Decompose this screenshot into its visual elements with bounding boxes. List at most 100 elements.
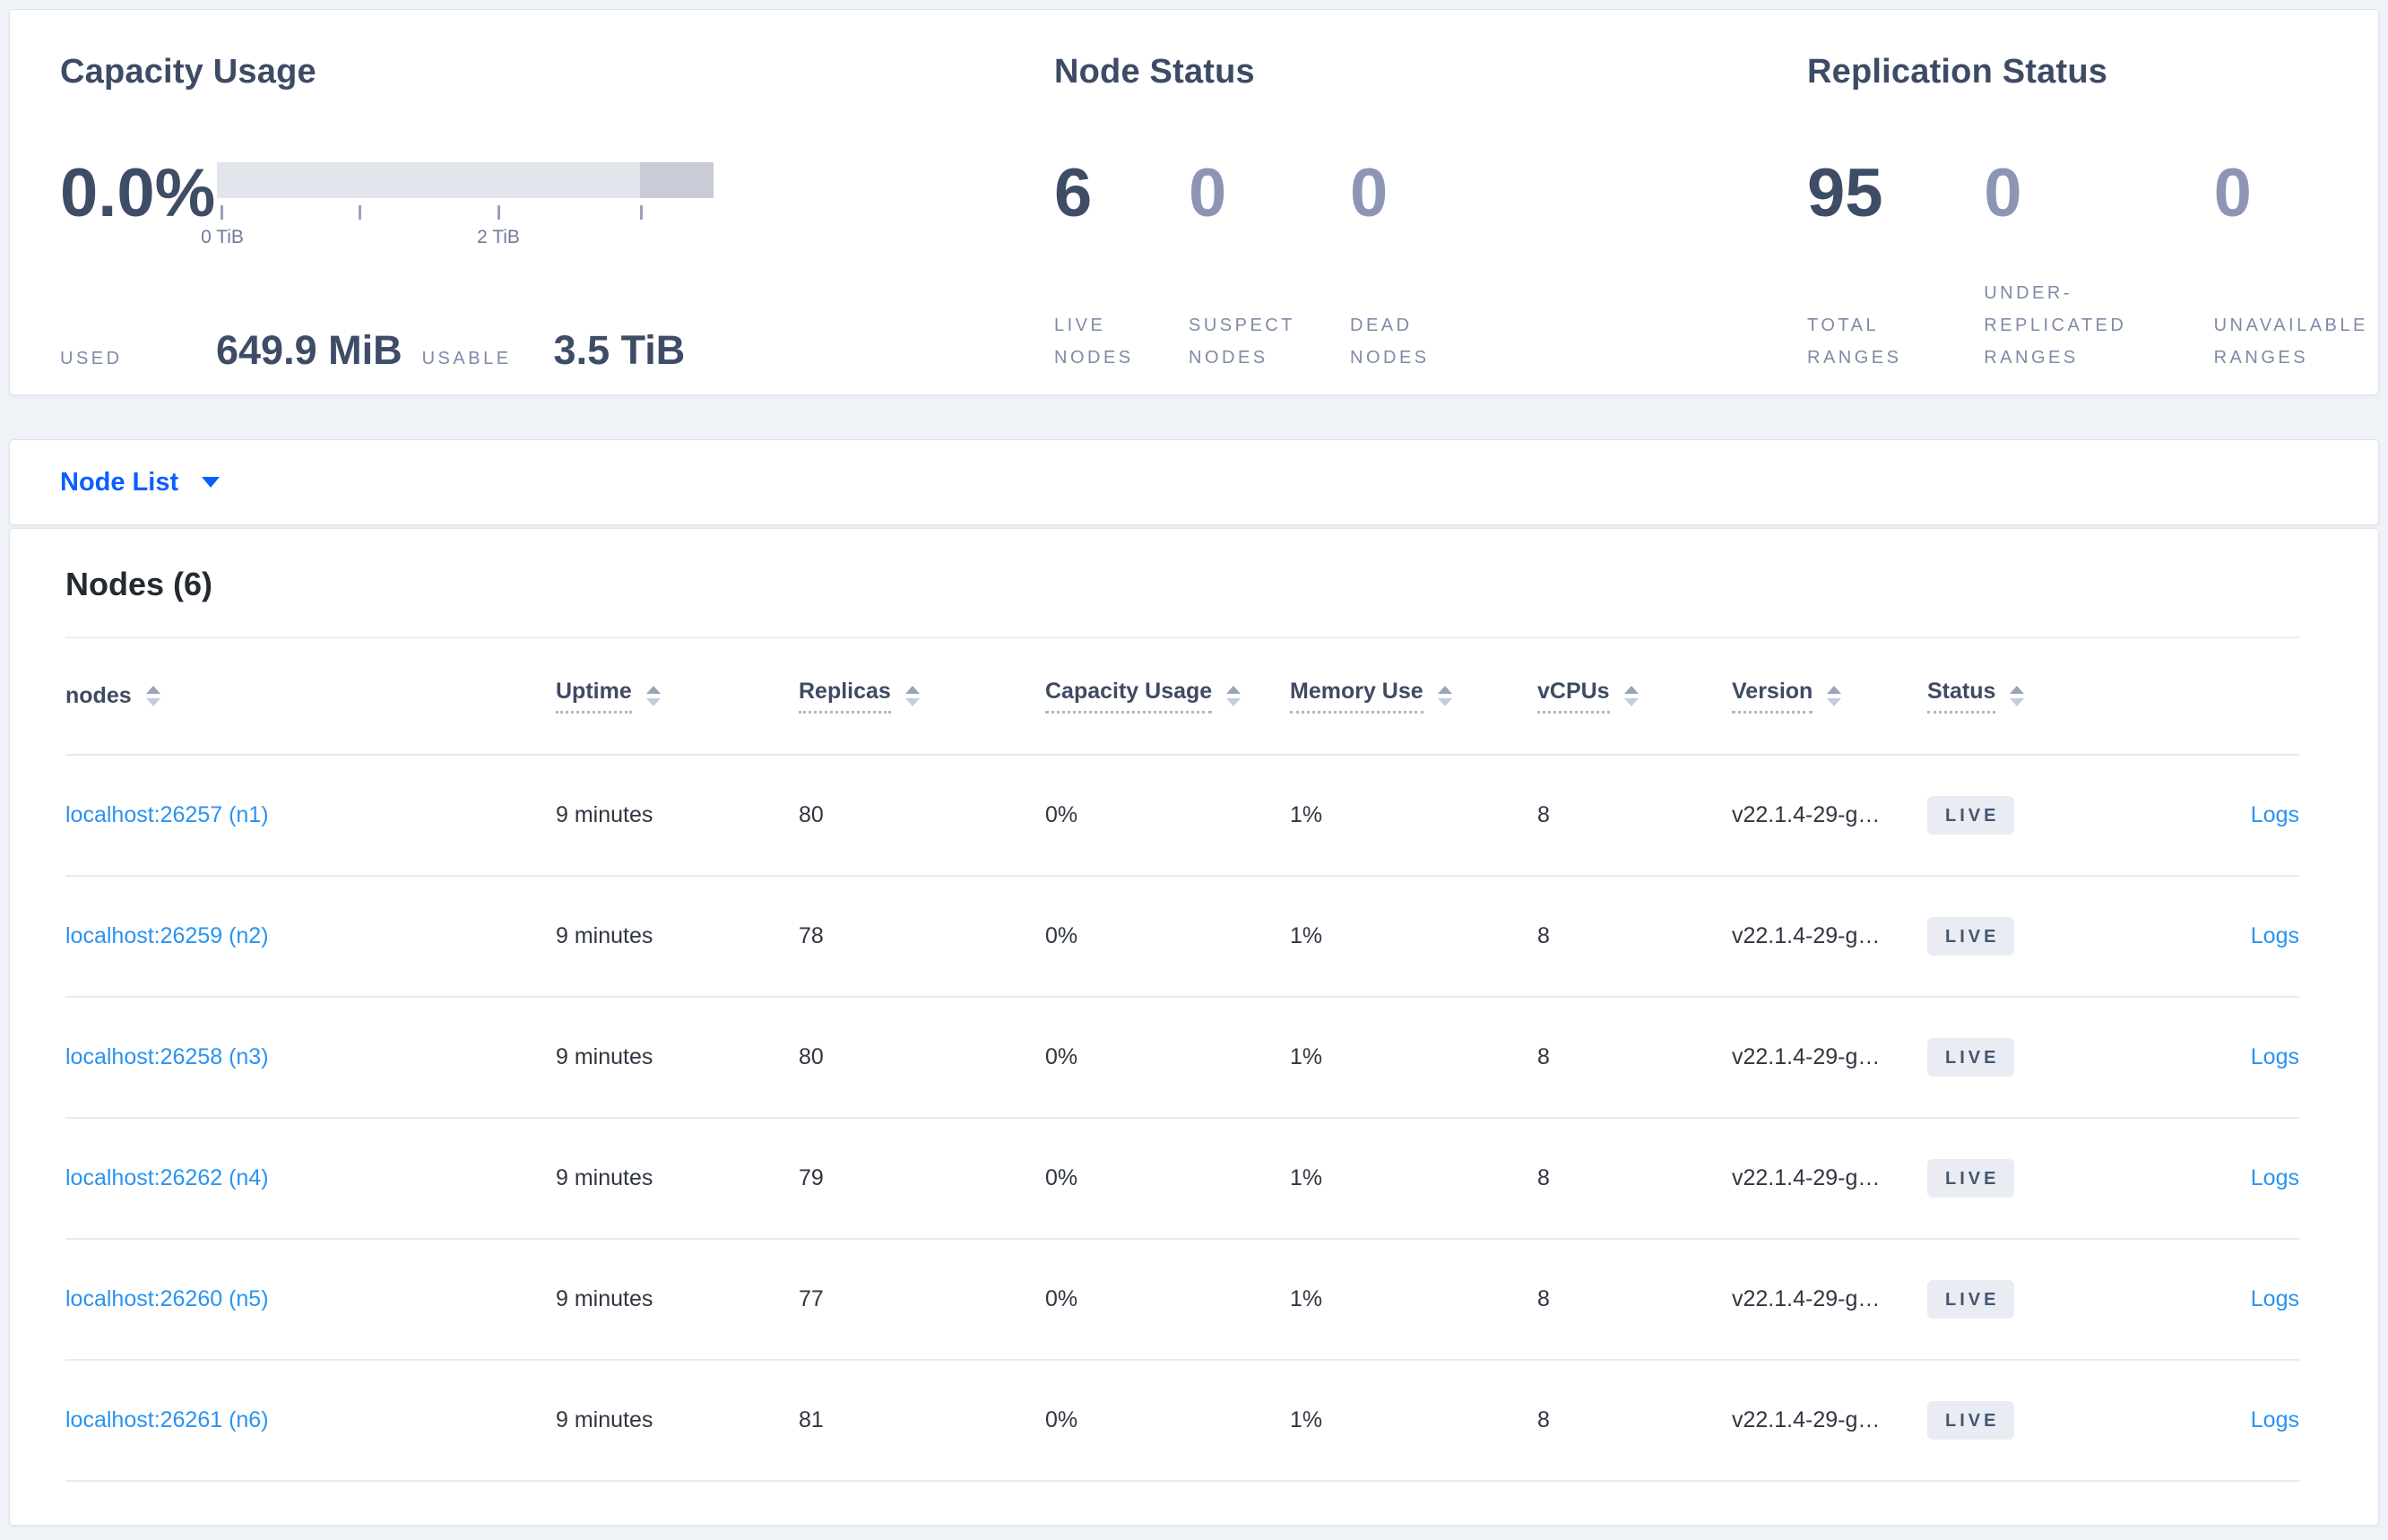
logs-link[interactable]: Logs: [2251, 1044, 2299, 1069]
column-header[interactable]: vCPUs: [1537, 679, 1732, 714]
column-header-label: Status: [1927, 679, 1996, 714]
status-badge: LIVE: [1927, 1159, 2015, 1198]
memory-use-cell: 1%: [1290, 1286, 1323, 1311]
stat-label: TOTAL RANGES: [1807, 316, 1902, 368]
gauge-tick-label-2: 2 TiB: [477, 227, 520, 247]
capacity-usage-section: Capacity Usage 0.0% 0 TiB 2 TiB USED 649…: [10, 10, 1054, 394]
column-header[interactable]: Status: [1927, 679, 2107, 714]
capacity-gauge: 0 TiB 2 TiB: [201, 162, 714, 270]
column-header[interactable]: Version: [1732, 679, 1927, 714]
version-cell: v22.1.4-29-g…: [1732, 1044, 1881, 1069]
memory-use-cell: 1%: [1290, 802, 1323, 827]
node-status-title: Node Status: [1054, 53, 1255, 91]
stat-label: DEAD NODES: [1350, 316, 1430, 368]
sort-icon[interactable]: [145, 686, 160, 706]
status-badge: LIVE: [1927, 1280, 2015, 1319]
sort-icon[interactable]: [2010, 686, 2025, 706]
replication-stat: 0 UNAVAILABLE RANGES: [2214, 159, 2378, 374]
sort-icon[interactable]: [1226, 686, 1242, 706]
usable-value: 3.5 TiB: [553, 327, 686, 373]
capacity-gauge-reserved-segment: [640, 162, 714, 198]
column-header-label: vCPUs: [1537, 679, 1610, 714]
node-link[interactable]: localhost:26257 (n1): [65, 802, 269, 827]
column-header[interactable]: Memory Use: [1290, 679, 1537, 714]
node-list-dropdown[interactable]: Node List: [60, 468, 221, 497]
column-header[interactable]: Capacity Usage: [1045, 679, 1290, 714]
replication-stat: 95 TOTAL RANGES: [1807, 159, 1984, 374]
node-link[interactable]: localhost:26260 (n5): [65, 1286, 269, 1311]
table-row: localhost:26258 (n3) 9 minutes 80 0% 1% …: [65, 998, 2299, 1119]
stat-value: 6: [1054, 155, 1093, 231]
node-status-stats: 6 LIVE NODES 0 SUSPECT NODES 0 DEAD NODE…: [1054, 159, 1798, 374]
used-label: USED: [60, 349, 123, 368]
sort-icon[interactable]: [904, 686, 920, 706]
vcpus-cell: 8: [1537, 802, 1550, 827]
capacity-usage-cell: 0%: [1045, 1286, 1078, 1311]
column-header[interactable]: Replicas: [799, 679, 1045, 714]
gauge-tick-label-0: 0 TiB: [201, 227, 244, 247]
replicas-cell: 80: [799, 802, 824, 827]
caret-down-icon: [202, 477, 221, 488]
capacity-usage-cell: 0%: [1045, 1165, 1078, 1190]
replication-status-title: Replication Status: [1807, 53, 2108, 91]
status-badge: LIVE: [1927, 796, 2015, 835]
replicas-cell: 77: [799, 1286, 824, 1311]
logs-link[interactable]: Logs: [2251, 923, 2299, 948]
capacity-usage-title: Capacity Usage: [60, 53, 316, 91]
table-row: localhost:26257 (n1) 9 minutes 80 0% 1% …: [65, 756, 2299, 877]
nodes-table-card: Nodes (6) nodes Uptime Replicas Capacity…: [9, 528, 2379, 1526]
replication-stat: 0 UNDER-REPLICATED RANGES: [1984, 159, 2213, 374]
column-header-label: nodes: [65, 683, 132, 708]
capacity-percent: 0.0%: [60, 155, 216, 231]
logs-link[interactable]: Logs: [2251, 1407, 2299, 1432]
capacity-gauge-track: [217, 162, 714, 198]
uptime-cell: 9 minutes: [556, 1407, 653, 1432]
column-header[interactable]: nodes: [65, 683, 556, 709]
table-row: localhost:26261 (n6) 9 minutes 81 0% 1% …: [65, 1361, 2299, 1482]
sort-icon[interactable]: [1437, 686, 1452, 706]
capacity-usage-cell: 0%: [1045, 923, 1078, 948]
uptime-cell: 9 minutes: [556, 1165, 653, 1190]
used-value: 649.9 MiB: [216, 327, 402, 373]
stat-label: SUSPECT NODES: [1189, 316, 1295, 368]
node-link[interactable]: localhost:26262 (n4): [65, 1165, 269, 1190]
column-header-label: Uptime: [556, 679, 632, 714]
version-cell: v22.1.4-29-g…: [1732, 1407, 1881, 1432]
uptime-cell: 9 minutes: [556, 1044, 653, 1069]
vcpus-cell: 8: [1537, 923, 1550, 948]
version-cell: v22.1.4-29-g…: [1732, 1165, 1881, 1190]
logs-link[interactable]: Logs: [2251, 802, 2299, 827]
logs-link[interactable]: Logs: [2251, 1165, 2299, 1190]
stat-label: LIVE NODES: [1054, 316, 1134, 368]
memory-use-cell: 1%: [1290, 1407, 1323, 1432]
version-cell: v22.1.4-29-g…: [1732, 1286, 1881, 1311]
sort-icon[interactable]: [1623, 686, 1639, 706]
replicas-cell: 81: [799, 1407, 824, 1432]
stat-value: 0: [1984, 155, 2022, 231]
stat-value: 0: [2213, 155, 2252, 231]
logs-link[interactable]: Logs: [2251, 1286, 2299, 1311]
uptime-cell: 9 minutes: [556, 1286, 653, 1311]
node-link[interactable]: localhost:26258 (n3): [65, 1044, 269, 1069]
memory-use-cell: 1%: [1290, 923, 1323, 948]
column-header[interactable]: Uptime: [556, 679, 799, 714]
column-header-label: Version: [1732, 679, 1813, 714]
status-badge: LIVE: [1927, 1038, 2015, 1077]
status-badge: LIVE: [1927, 917, 2015, 956]
cluster-summary-card: Capacity Usage 0.0% 0 TiB 2 TiB USED 649…: [9, 9, 2379, 395]
version-cell: v22.1.4-29-g…: [1732, 802, 1881, 827]
view-selector-bar: Node List: [9, 439, 2379, 525]
nodes-table-title: Nodes (6): [65, 566, 213, 602]
vcpus-cell: 8: [1537, 1407, 1550, 1432]
node-status-stat: 6 LIVE NODES: [1054, 159, 1189, 374]
table-row: localhost:26259 (n2) 9 minutes 78 0% 1% …: [65, 877, 2299, 998]
stat-label: UNAVAILABLE RANGES: [2213, 316, 2368, 368]
node-link[interactable]: localhost:26261 (n6): [65, 1407, 269, 1432]
sort-icon[interactable]: [645, 686, 661, 706]
node-status-stat: 0 DEAD NODES: [1350, 159, 1462, 374]
sort-icon[interactable]: [1827, 686, 1842, 706]
replicas-cell: 79: [799, 1165, 824, 1190]
node-link[interactable]: localhost:26259 (n2): [65, 923, 269, 948]
replication-status-section: Replication Status 95 TOTAL RANGES 0 UND…: [1798, 10, 2378, 394]
status-badge: LIVE: [1927, 1401, 2015, 1440]
